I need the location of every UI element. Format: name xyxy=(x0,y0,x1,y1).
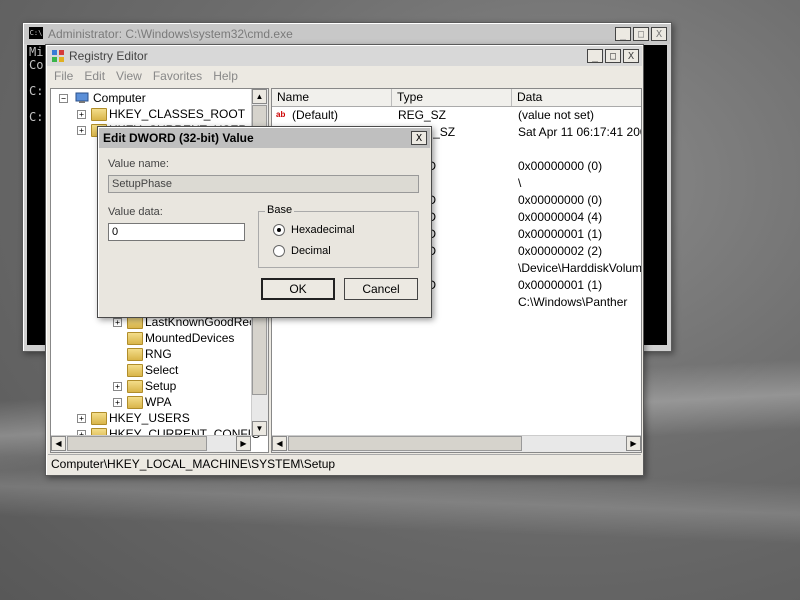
scroll-up-button[interactable]: ▲ xyxy=(252,89,267,104)
cmd-title: Administrator: C:\Windows\system32\cmd.e… xyxy=(48,27,293,41)
folder-icon xyxy=(127,332,143,345)
tree-item-label: Setup xyxy=(145,379,177,393)
cmd-titlebar[interactable]: C:\ Administrator: C:\Windows\system32\c… xyxy=(24,24,670,44)
expand-icon[interactable]: + xyxy=(113,318,122,327)
list-row[interactable]: ab (Default) REG_SZ (value not set) xyxy=(272,107,641,124)
radio-button-icon[interactable] xyxy=(273,245,285,257)
scroll-left-button[interactable]: ◀ xyxy=(272,436,287,451)
column-header-type[interactable]: Type xyxy=(392,89,512,106)
tree-item-label: Select xyxy=(145,363,179,377)
dialog-title: Edit DWORD (32-bit) Value xyxy=(103,131,254,145)
cell-data: (value not set) xyxy=(518,108,595,122)
radio-label: Decimal xyxy=(291,245,331,257)
tree-item[interactable]: RNG xyxy=(51,346,251,362)
tree-item[interactable]: + WPA xyxy=(51,394,251,410)
menu-favorites[interactable]: Favorites xyxy=(147,67,207,85)
expand-icon[interactable]: + xyxy=(113,382,122,391)
cell-name: (Default) xyxy=(292,108,339,122)
expand-icon[interactable]: + xyxy=(113,398,122,407)
cell-data: \ xyxy=(518,176,522,190)
cell-data: 0x00000001 (1) xyxy=(518,278,603,292)
scroll-right-button[interactable]: ▶ xyxy=(626,436,641,451)
close-button[interactable]: X xyxy=(651,27,667,41)
minimize-button[interactable]: _ xyxy=(615,27,631,41)
tree-horizontal-scrollbar[interactable]: ◀ ▶ xyxy=(51,435,251,452)
scroll-thumb[interactable] xyxy=(67,436,207,451)
tree-item[interactable]: + HKEY_CLASSES_ROOT xyxy=(51,106,251,122)
cell-data: C:\Windows\Panther xyxy=(518,295,628,309)
menu-file[interactable]: File xyxy=(48,67,78,85)
value-name-field[interactable] xyxy=(108,175,419,193)
tree-item[interactable]: + HKEY_USERS xyxy=(51,410,251,426)
base-group-title: Base xyxy=(265,204,295,216)
expand-icon[interactable]: + xyxy=(77,126,86,135)
scroll-thumb[interactable] xyxy=(288,436,522,451)
close-button[interactable]: X xyxy=(623,49,639,63)
tree-item-label: MountedDevices xyxy=(145,331,235,345)
maximize-button[interactable]: □ xyxy=(633,27,649,41)
tree-item[interactable]: MountedDevices xyxy=(51,330,251,346)
menu-help[interactable]: Help xyxy=(207,67,243,85)
cell-data: \Device\HarddiskVolume xyxy=(518,261,641,275)
list-header: Name Type Data xyxy=(272,89,641,107)
cmd-icon: C:\ xyxy=(29,27,43,39)
cell-data: Sat Apr 11 06:17:41 2009 xyxy=(518,125,641,139)
tree-item-label: Computer xyxy=(93,91,146,105)
column-header-data[interactable]: Data xyxy=(512,89,641,106)
folder-icon xyxy=(127,364,143,377)
folder-icon xyxy=(91,108,107,121)
ok-button[interactable]: OK xyxy=(261,278,335,300)
expand-icon[interactable]: + xyxy=(77,110,86,119)
computer-icon xyxy=(75,92,89,103)
folder-icon xyxy=(127,380,143,393)
tree-item-label: HKEY_USERS xyxy=(109,411,190,425)
cell-data: 0x00000001 (1) xyxy=(518,227,603,241)
radio-decimal[interactable]: Decimal xyxy=(273,245,331,257)
collapse-icon[interactable]: − xyxy=(59,94,68,103)
tree-item-label: HKEY_CLASSES_ROOT xyxy=(109,107,246,121)
tree-item-label: WPA xyxy=(145,395,172,409)
list-horizontal-scrollbar[interactable]: ◀ ▶ xyxy=(272,435,641,452)
value-name-label: Value name: xyxy=(108,158,169,170)
value-data-input[interactable] xyxy=(108,223,245,241)
cell-data: 0x00000004 (4) xyxy=(518,210,603,224)
edit-dword-dialog[interactable]: Edit DWORD (32-bit) Value X Value name: … xyxy=(97,126,432,318)
folder-icon xyxy=(127,348,143,361)
cell-data: 0x00000000 (0) xyxy=(518,159,603,173)
close-button[interactable]: X xyxy=(411,131,427,145)
cell-type: REG_SZ xyxy=(398,108,447,122)
menu-edit[interactable]: Edit xyxy=(78,67,110,85)
menubar: File Edit View Favorites Help xyxy=(48,67,243,85)
cell-data: 0x00000000 (0) xyxy=(518,193,603,207)
maximize-button[interactable]: □ xyxy=(605,49,621,63)
base-group: Base Hexadecimal Decimal xyxy=(258,204,419,268)
radio-hexadecimal[interactable]: Hexadecimal xyxy=(273,224,355,236)
radio-label: Hexadecimal xyxy=(291,224,355,236)
string-value-icon: ab xyxy=(276,110,286,119)
tree-item[interactable]: + Setup xyxy=(51,378,251,394)
minimize-button[interactable]: _ xyxy=(587,49,603,63)
scroll-right-button[interactable]: ▶ xyxy=(236,436,251,451)
tree-item-computer[interactable]: − Computer xyxy=(51,90,251,106)
cancel-button[interactable]: Cancel xyxy=(344,278,418,300)
registry-editor-icon xyxy=(52,50,64,62)
regedit-titlebar[interactable]: Registry Editor _ □ X xyxy=(47,46,642,66)
tree-item-label: RNG xyxy=(145,347,172,361)
menu-view[interactable]: View xyxy=(110,67,147,85)
dialog-titlebar[interactable]: Edit DWORD (32-bit) Value X xyxy=(99,128,430,148)
scroll-down-button[interactable]: ▼ xyxy=(252,421,267,436)
column-header-name[interactable]: Name xyxy=(272,89,392,106)
regedit-title: Registry Editor xyxy=(69,49,148,63)
cell-data: 0x00000002 (2) xyxy=(518,244,603,258)
status-bar: Computer\HKEY_LOCAL_MACHINE\SYSTEM\Setup xyxy=(48,454,641,473)
folder-icon xyxy=(127,396,143,409)
scroll-left-button[interactable]: ◀ xyxy=(51,436,66,451)
value-data-label: Value data: xyxy=(108,206,163,218)
folder-icon xyxy=(91,412,107,425)
radio-button-icon[interactable] xyxy=(273,224,285,236)
expand-icon[interactable]: + xyxy=(77,414,86,423)
tree-item[interactable]: Select xyxy=(51,362,251,378)
